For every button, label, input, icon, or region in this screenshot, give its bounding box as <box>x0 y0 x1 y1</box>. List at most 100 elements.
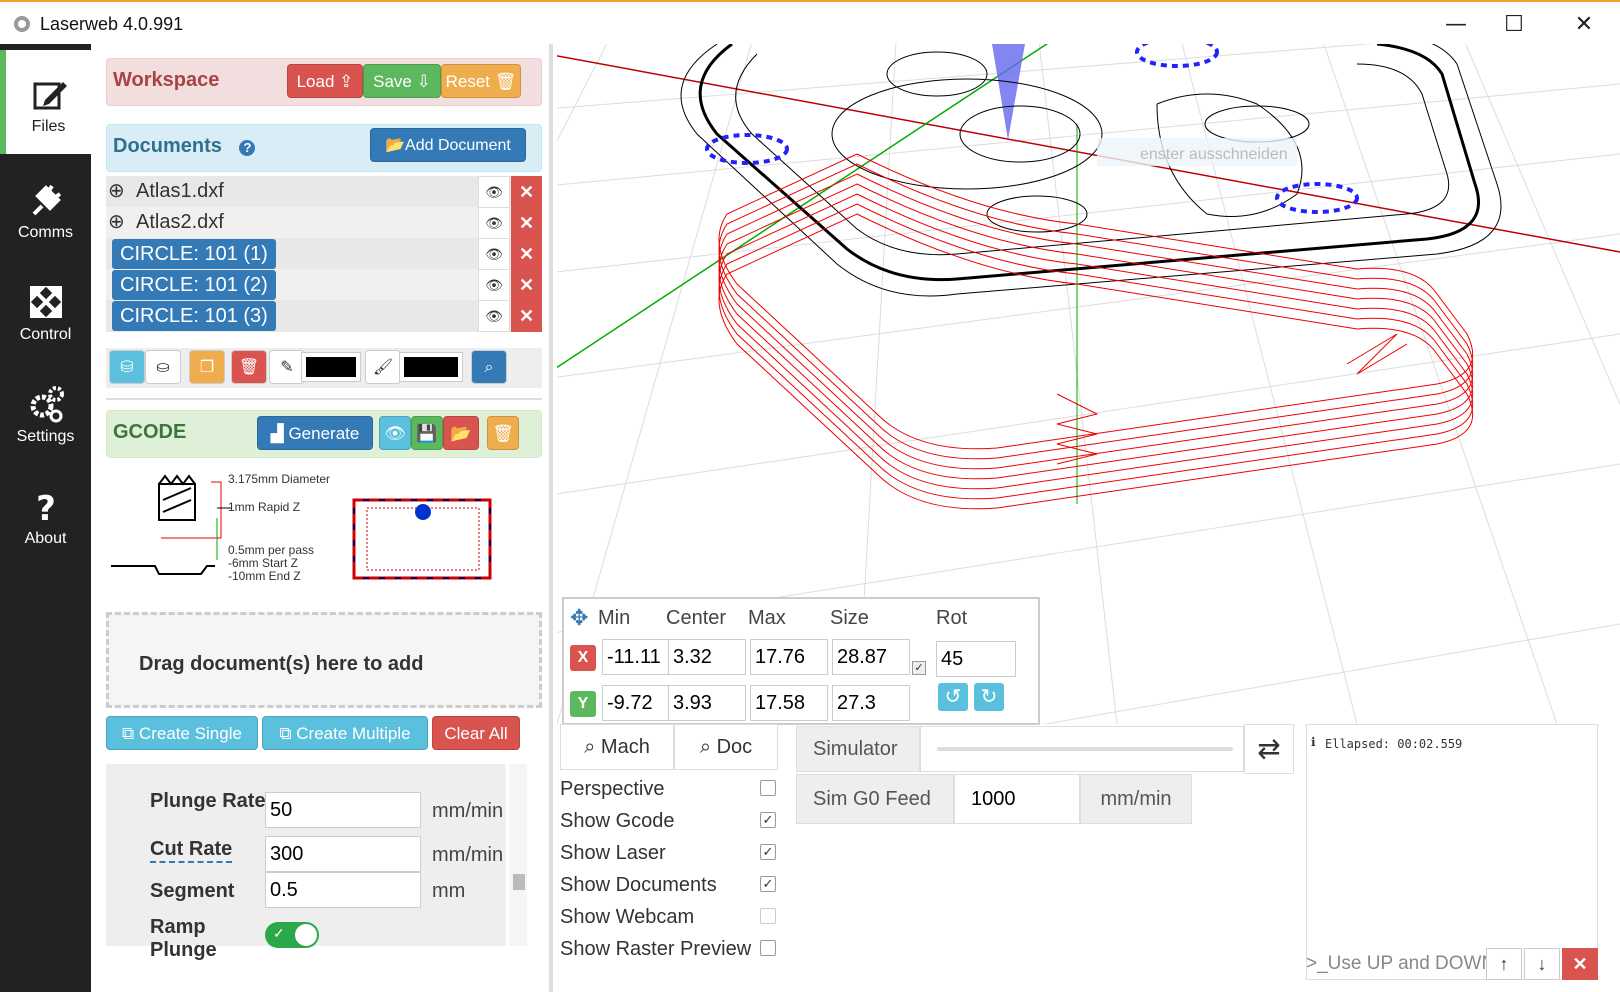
move-icon[interactable]: ✥ <box>570 605 588 631</box>
document-row[interactable]: CIRCLE: 101 (1) 👁 ✕ <box>106 238 542 270</box>
expand-icon[interactable]: ⊕ <box>108 209 125 234</box>
y-max-input[interactable] <box>750 685 828 721</box>
maximize-button[interactable]: ☐ <box>1484 10 1544 40</box>
x-center-input[interactable] <box>668 639 746 675</box>
expand-icon[interactable]: ⊕ <box>108 178 125 203</box>
ramp-plunge-toggle[interactable]: ✓ <box>265 922 319 948</box>
doc-view-button[interactable]: ⌕ Doc <box>674 724 778 770</box>
mach-view-button[interactable]: ⌕ Mach <box>560 724 674 770</box>
segment-input[interactable] <box>265 872 421 908</box>
dimensions-panel: ✥ Min Center Max Size Rot X Y ✓ ↺ ↻ <box>562 597 1040 725</box>
eye-icon[interactable]: 👁 <box>478 269 510 301</box>
eye-icon[interactable]: 👁 <box>478 176 510 208</box>
rapid-label: 1mm Rapid Z <box>228 500 301 514</box>
rotate-cw-icon[interactable]: ↻ <box>974 683 1004 711</box>
divider <box>106 398 542 400</box>
perspective-checkbox[interactable] <box>760 780 776 796</box>
drop-zone[interactable]: Drag document(s) here to add <box>106 612 542 708</box>
show-webcam-checkbox[interactable] <box>760 908 776 924</box>
svg-text:?: ? <box>36 489 56 526</box>
remove-icon[interactable]: ✕ <box>511 238 542 270</box>
show-documents-label: Show Documents <box>560 874 717 896</box>
nav-about[interactable]: ? About <box>0 462 91 566</box>
copy-icon[interactable]: ❐ <box>189 350 225 384</box>
document-tag[interactable]: CIRCLE: 101 (2) <box>112 270 276 300</box>
lock-ratio-checkbox[interactable]: ✓ <box>912 661 926 675</box>
settings-scrollbar[interactable] <box>509 764 527 946</box>
fill-color-picker[interactable] <box>399 352 463 382</box>
clear-console-icon[interactable]: ✕ <box>1562 948 1598 980</box>
show-gcode-label: Show Gcode <box>560 810 675 832</box>
x-max-input[interactable] <box>750 639 828 675</box>
search-icon[interactable]: ⌕ <box>471 350 507 384</box>
document-name: Atlas2.dxf <box>136 211 224 233</box>
save-button[interactable]: Save ⇩ <box>363 64 441 98</box>
arrow-down-icon[interactable]: ↓ <box>1524 948 1560 980</box>
create-single-button[interactable]: ⧉ Create Single <box>106 716 258 750</box>
eye-icon[interactable]: 👁 <box>478 300 510 332</box>
nav-control[interactable]: Control <box>0 258 91 362</box>
console-input[interactable]: >_Use UP and DOWN arrows <box>1306 948 1486 980</box>
rotation-input[interactable] <box>936 641 1016 677</box>
simulator-slider[interactable] <box>920 726 1244 772</box>
y-size-input[interactable] <box>832 685 910 721</box>
generate-button[interactable]: ▟ Generate <box>257 416 373 450</box>
doc-label: Doc <box>716 736 753 758</box>
show-laser-checkbox[interactable]: ✓ <box>760 844 776 860</box>
nav-settings[interactable]: Settings <box>0 360 91 464</box>
remove-icon[interactable]: ✕ <box>511 176 542 208</box>
end-label: -10mm End Z <box>228 569 301 583</box>
add-document-button[interactable]: 📂Add Document <box>370 128 526 162</box>
brush-icon[interactable]: 🖌 <box>365 350 401 384</box>
segment-unit: mm <box>432 880 466 902</box>
gcode-title: GCODE <box>113 421 187 443</box>
document-tag[interactable]: CIRCLE: 101 (1) <box>112 239 276 269</box>
remove-icon[interactable]: ✕ <box>511 300 542 332</box>
clear-all-button[interactable]: Clear All <box>432 716 520 750</box>
show-documents-checkbox[interactable]: ✓ <box>760 876 776 892</box>
delete-icon[interactable]: 🗑 <box>231 350 267 384</box>
minimize-button[interactable]: — <box>1426 10 1486 40</box>
x-size-input[interactable] <box>832 639 910 675</box>
arrows-icon <box>29 286 62 318</box>
help-icon[interactable]: ? <box>239 140 256 156</box>
remove-icon[interactable]: ✕ <box>511 207 542 239</box>
sim-feed-input[interactable] <box>954 774 1080 824</box>
select-none-icon[interactable]: ⛀ <box>145 350 181 384</box>
plunge-rate-input[interactable] <box>265 792 421 828</box>
nav-comms[interactable]: Comms <box>0 156 91 260</box>
view-gcode-icon[interactable]: 👁 <box>379 416 411 450</box>
elapsed-text: Ellapsed: 00:02.559 <box>1325 737 1463 751</box>
select-all-icon[interactable]: ⛁ <box>109 350 145 384</box>
remove-icon[interactable]: ✕ <box>511 269 542 301</box>
document-row[interactable]: ⊕ Atlas2.dxf 👁 ✕ <box>106 207 542 239</box>
show-raster-preview-checkbox[interactable] <box>760 940 776 956</box>
open-gcode-icon[interactable]: 📂 <box>443 416 479 450</box>
stroke-color-picker[interactable] <box>301 352 361 382</box>
save-gcode-icon[interactable]: 💾 <box>411 416 443 450</box>
document-tag[interactable]: CIRCLE: 101 (3) <box>112 301 276 331</box>
rot-header: Rot <box>936 607 968 629</box>
swap-icon[interactable]: ⇄ <box>1244 724 1294 774</box>
nav-label: Comms <box>17 224 74 241</box>
cut-rate-label: Cut Rate <box>150 838 233 863</box>
arrow-up-icon[interactable]: ↑ <box>1486 948 1522 980</box>
y-center-input[interactable] <box>668 685 746 721</box>
eye-icon[interactable]: 👁 <box>478 238 510 270</box>
eye-icon[interactable]: 👁 <box>478 207 510 239</box>
sim-feed-unit: mm/min <box>1080 774 1192 824</box>
load-button[interactable]: Load ⇪ <box>287 64 363 98</box>
rotate-ccw-icon[interactable]: ↺ <box>938 683 968 711</box>
pencil-icon[interactable]: ✎ <box>269 350 305 384</box>
document-row[interactable]: CIRCLE: 101 (2) 👁 ✕ <box>106 269 542 301</box>
nav-files[interactable]: Files <box>0 50 91 154</box>
document-row[interactable]: CIRCLE: 101 (3) 👁 ✕ <box>106 300 542 332</box>
reset-button[interactable]: Reset 🗑 <box>441 64 521 98</box>
create-multiple-button[interactable]: ⧉ Create Multiple <box>262 716 428 750</box>
clear-gcode-icon[interactable]: 🗑 <box>487 416 519 450</box>
app-icon <box>14 16 30 32</box>
document-row[interactable]: ⊕ Atlas1.dxf 👁 ✕ <box>106 176 542 208</box>
cut-rate-input[interactable] <box>265 836 421 872</box>
close-window-button[interactable]: ✕ <box>1554 10 1614 40</box>
show-gcode-checkbox[interactable]: ✓ <box>760 812 776 828</box>
